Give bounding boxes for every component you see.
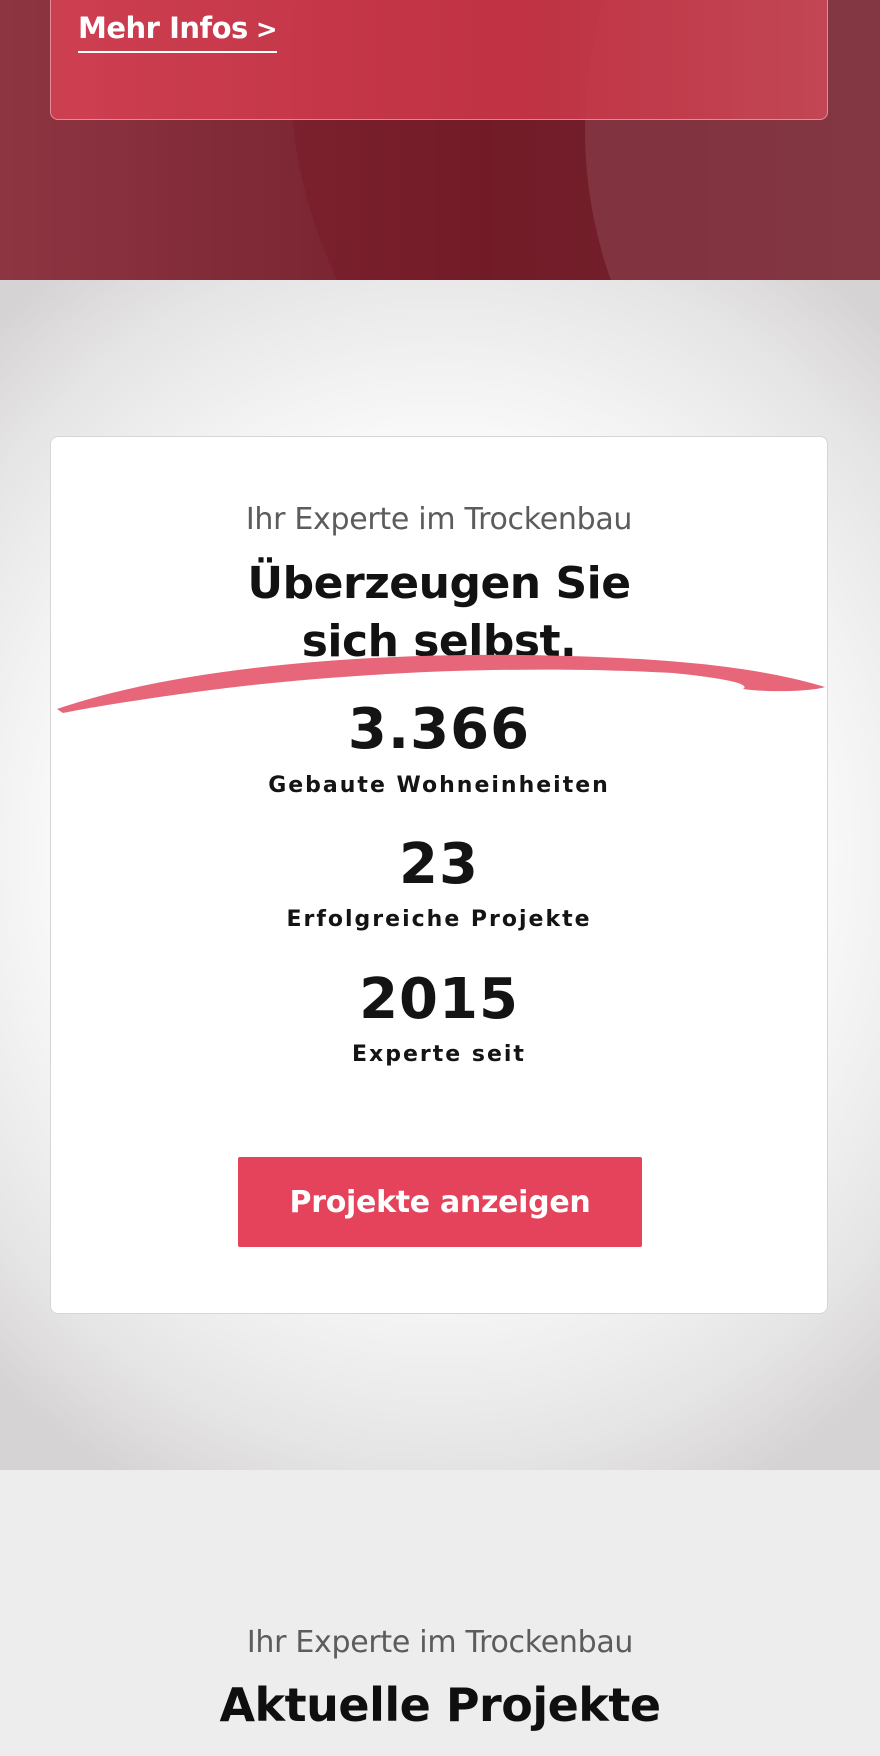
- stat-value: 3.366: [347, 697, 531, 762]
- projects-section: Ihr Experte im Trockenbau Aktuelle Proje…: [0, 1470, 880, 1756]
- hero-card: Mehr Infos >: [50, 0, 828, 120]
- stats-subtitle: Ihr Experte im Trockenbau: [245, 502, 633, 537]
- mehr-infos-label: Mehr Infos: [78, 11, 248, 45]
- stat-value: 23: [399, 832, 479, 897]
- stat-value: 2015: [359, 967, 519, 1032]
- projekte-anzeigen-button[interactable]: Projekte anzeigen: [238, 1157, 642, 1247]
- projects-title: Aktuelle Projekte: [219, 1678, 661, 1732]
- projects-subtitle: Ihr Experte im Trockenbau: [246, 1625, 634, 1660]
- stat-label: Gebaute Wohneinheiten: [268, 773, 610, 798]
- stats-card: Ihr Experte im Trockenbau Überzeugen Sie…: [50, 436, 828, 1314]
- mehr-infos-link[interactable]: Mehr Infos >: [78, 11, 278, 53]
- stat-label: Erfolgreiche Projekte: [286, 907, 592, 932]
- chevron-right-icon: >: [255, 15, 278, 45]
- stat-label: Experte seit: [352, 1042, 526, 1067]
- hero-section: Mehr Infos >: [0, 0, 880, 280]
- stats-section: Ihr Experte im Trockenbau Überzeugen Sie…: [0, 280, 880, 1470]
- stats-title-line1: Überzeugen Sie: [247, 558, 631, 609]
